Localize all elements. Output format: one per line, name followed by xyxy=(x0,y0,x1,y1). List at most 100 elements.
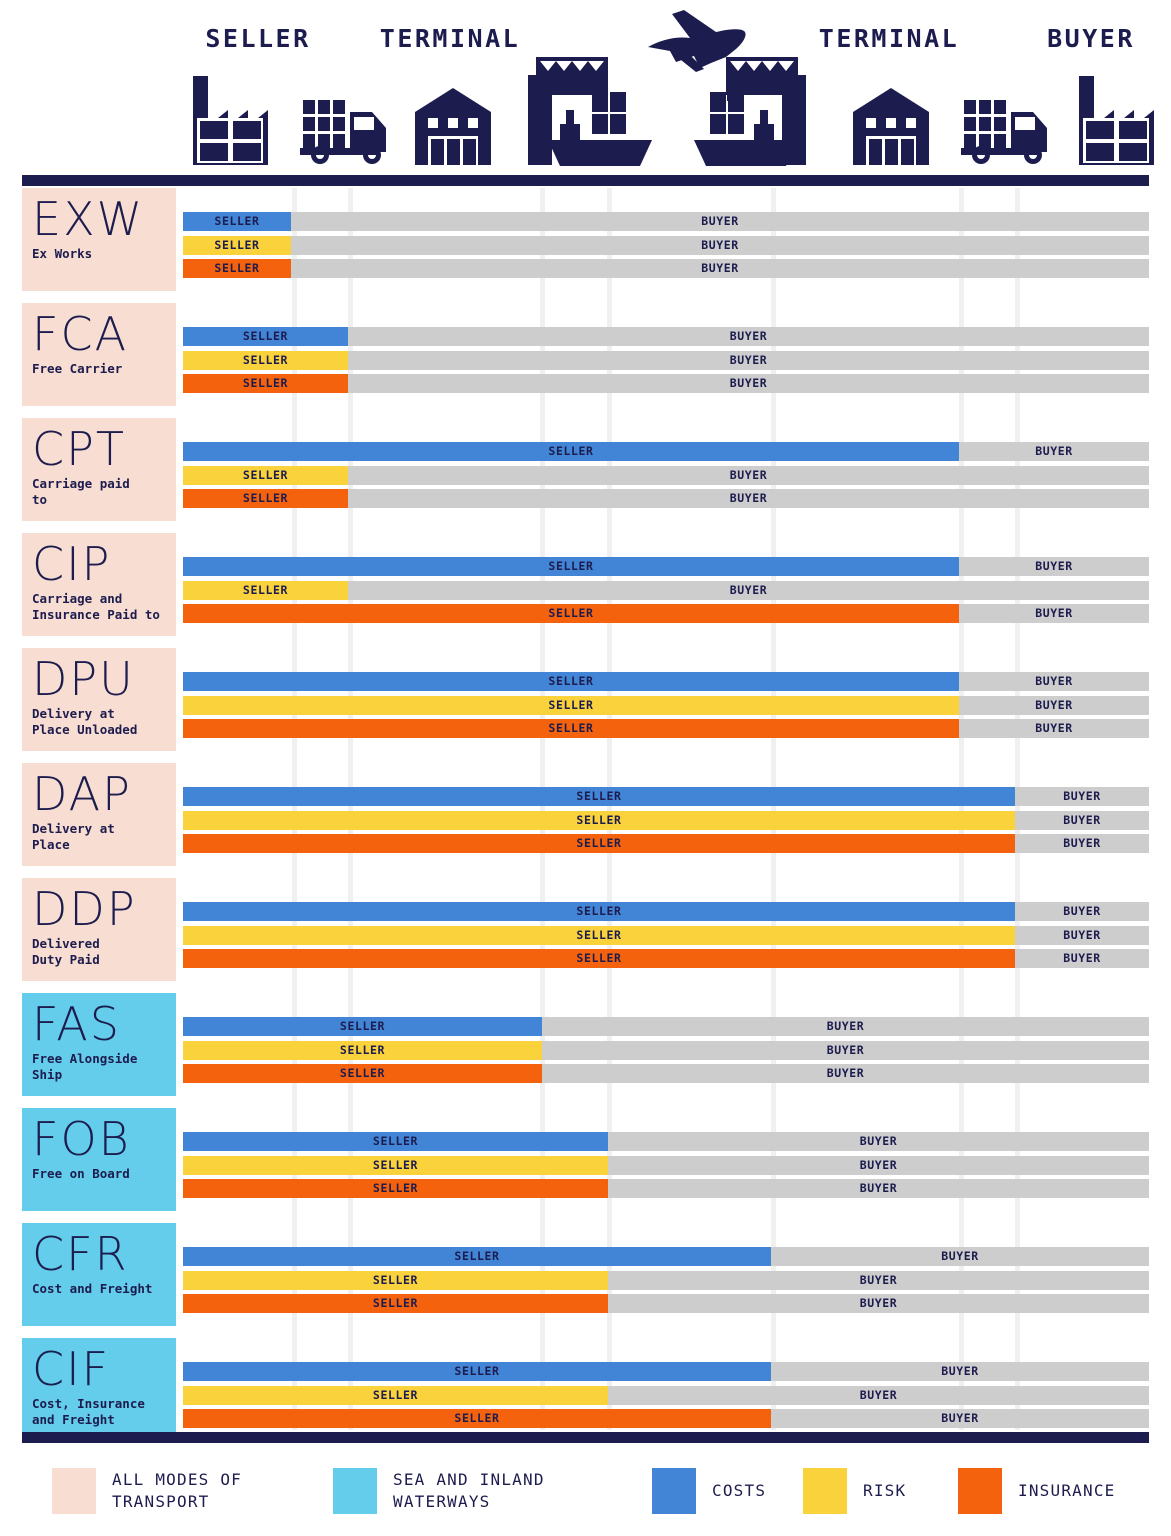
bar-costs-track[interactable]: SELLER BUYER xyxy=(183,1017,1149,1036)
seller-label: SELLER xyxy=(242,352,289,367)
seller-label: SELLER xyxy=(548,444,594,458)
legend-swatch-costs xyxy=(652,1468,696,1514)
bar-insurance-track[interactable]: SELLER BUYER xyxy=(183,1409,1149,1428)
chart-header: SELLER TERMINAL TERMINAL BUYER xyxy=(0,0,1171,175)
buyer-label: BUYER xyxy=(1063,927,1101,942)
seller-label: SELLER xyxy=(242,582,289,597)
term-label-cpt[interactable]: CPT Carriage paid to xyxy=(22,418,176,521)
buyer-label: BUYER xyxy=(701,261,739,275)
bar-insurance-track[interactable]: SELLER BUYER xyxy=(183,1294,1149,1313)
term-full-name: Ex Works xyxy=(32,246,93,261)
legend-label-costs: COSTS xyxy=(712,1481,767,1500)
legend-swatch-risk xyxy=(803,1468,847,1514)
bar-insurance-track[interactable]: SELLER BUYER xyxy=(183,834,1149,853)
term-label-cip[interactable]: CIP Carriage and Insurance Paid to xyxy=(22,533,176,636)
bar-insurance-track[interactable]: SELLER BUYER xyxy=(183,489,1149,508)
term-label-fca[interactable]: FCA Free Carrier xyxy=(22,303,176,406)
bar-costs-track[interactable]: SELLER BUYER xyxy=(183,902,1149,921)
seller-label: SELLER xyxy=(372,1181,419,1195)
bar-costs-track[interactable]: SELLER BUYER xyxy=(183,1132,1149,1151)
bar-insurance-track[interactable]: SELLER BUYER xyxy=(183,374,1149,393)
term-label-cif[interactable]: CIF Cost, Insurance and Freight xyxy=(22,1338,176,1441)
incoterm-row-dap: DAP Delivery at Place SELLER BUYER SELLER BUY… xyxy=(0,763,1171,871)
seller-label: SELLER xyxy=(372,1296,419,1310)
incoterm-row-ddp: DDP Delivered Duty Paid SELLER BUYER SELLER B… xyxy=(0,878,1171,986)
bar-insurance-track[interactable]: SELLER BUYER xyxy=(183,1064,1149,1083)
bar-risk-track[interactable]: SELLER BUYER xyxy=(183,350,1149,370)
incoterm-row-dpu: DPU Delivery at Place Unloaded SELLER BUYER… xyxy=(0,648,1171,756)
bar-risk-track[interactable]: SELLER BUYER xyxy=(183,810,1149,830)
bar-insurance-track[interactable]: SELLER BUYER xyxy=(183,1179,1149,1198)
bar-costs-track[interactable]: SELLER BUYER xyxy=(183,212,1149,231)
bar-insurance-track[interactable]: SELLER BUYER xyxy=(183,259,1149,278)
bar-risk-track[interactable]: SELLER BUYER xyxy=(183,1040,1149,1060)
term-label-dap[interactable]: DAP Delivery at Place xyxy=(22,763,176,866)
incoterm-row-cfr: CFR Cost and Freight SELLER BUYER SELLER BUYE… xyxy=(0,1223,1171,1331)
term-full-name: Free on Board xyxy=(32,1166,130,1181)
term-label-ddp[interactable]: DDP Delivered Duty Paid xyxy=(22,878,176,981)
seller-label: SELLER xyxy=(242,329,289,343)
bar-costs-track[interactable]: SELLER BUYER xyxy=(183,1362,1149,1381)
incoterm-row-cif: CIF Cost, Insurance and Freight SELLER BUYE… xyxy=(0,1338,1171,1446)
bar-costs-track[interactable]: SELLER BUYER xyxy=(183,672,1149,691)
bar-insurance-track[interactable]: SELLER BUYER xyxy=(183,949,1149,968)
buyer-label: BUYER xyxy=(859,1387,898,1402)
bar-risk-track[interactable]: SELLER BUYER xyxy=(183,1385,1149,1405)
buyer-label: BUYER xyxy=(729,352,768,367)
seller-label: SELLER xyxy=(214,237,260,252)
term-full-name: Carriage paid to xyxy=(32,476,130,507)
legend: ALL MODES OF TRANSPORT SEA AND INLAND WAT… xyxy=(0,1450,1171,1536)
term-code: DDP xyxy=(32,882,137,936)
bar-risk-track[interactable]: SELLER BUYER xyxy=(183,1155,1149,1175)
bar-insurance-track[interactable]: SELLER BUYER xyxy=(183,604,1149,623)
buyer-label: BUYER xyxy=(859,1296,898,1310)
term-code: EXW xyxy=(32,192,145,246)
seller-label: SELLER xyxy=(242,467,289,482)
buyer-label: BUYER xyxy=(1035,674,1073,688)
term-label-cfr[interactable]: CFR Cost and Freight xyxy=(22,1223,176,1326)
term-label-fas[interactable]: FAS Free Alongside Ship xyxy=(22,993,176,1096)
bar-risk-track[interactable]: SELLER BUYER xyxy=(183,1270,1149,1290)
buyer-label: BUYER xyxy=(859,1134,898,1148)
bar-risk-track[interactable]: SELLER BUYER xyxy=(183,695,1149,715)
legend-swatch-insurance xyxy=(958,1468,1002,1514)
term-label-dpu[interactable]: DPU Delivery at Place Unloaded xyxy=(22,648,176,751)
seller-label: SELLER xyxy=(372,1134,419,1148)
bar-risk-track[interactable]: SELLER BUYER xyxy=(183,465,1149,485)
bar-costs-track[interactable]: SELLER BUYER xyxy=(183,442,1149,461)
buyer-label: BUYER xyxy=(1063,836,1101,850)
seller-label: SELLER xyxy=(214,214,260,228)
incoterm-row-cpt: CPT Carriage paid to SELLER BUYER SELLER BUYE… xyxy=(0,418,1171,526)
seller-label: SELLER xyxy=(372,1157,419,1172)
seller-label: SELLER xyxy=(214,261,260,275)
buyer-label: BUYER xyxy=(1063,812,1101,827)
term-label-exw[interactable]: EXW Ex Works xyxy=(22,188,176,291)
buyer-label: BUYER xyxy=(729,329,768,343)
seller-label: SELLER xyxy=(548,606,594,620)
term-code: FAS xyxy=(32,997,121,1051)
bar-risk-track[interactable]: SELLER BUYER xyxy=(183,235,1149,255)
bar-risk-track[interactable]: SELLER BUYER xyxy=(183,925,1149,945)
legend-item-sea-and-inland-waterways: SEA AND INLAND WATERWAYS xyxy=(333,1468,545,1514)
legend-item-all-modes-of-transport: ALL MODES OF TRANSPORT xyxy=(52,1468,242,1514)
term-full-name: Delivery at Place xyxy=(32,821,115,852)
term-label-fob[interactable]: FOB Free on Board xyxy=(22,1108,176,1211)
bar-costs-track[interactable]: SELLER BUYER xyxy=(183,327,1149,346)
bar-risk-track[interactable]: SELLER BUYER xyxy=(183,580,1149,600)
buyer-label: BUYER xyxy=(941,1364,979,1378)
term-full-name: Free Alongside Ship xyxy=(32,1051,138,1082)
seller-label: SELLER xyxy=(548,674,594,688)
buyer-label: BUYER xyxy=(859,1272,898,1287)
buyer-label: BUYER xyxy=(1035,606,1073,620)
buyer-label: BUYER xyxy=(941,1411,979,1425)
seller-label: SELLER xyxy=(548,697,594,712)
term-code: FCA xyxy=(32,307,129,361)
incoterm-row-exw: EXW Ex Works SELLER BUYER SELLER BUYER SELLER B… xyxy=(0,188,1171,296)
bar-costs-track[interactable]: SELLER BUYER xyxy=(183,787,1149,806)
bar-insurance-track[interactable]: SELLER BUYER xyxy=(183,719,1149,738)
term-full-name: Delivered Duty Paid xyxy=(32,936,100,967)
bar-costs-track[interactable]: SELLER BUYER xyxy=(183,557,1149,576)
seller-label: SELLER xyxy=(454,1249,500,1263)
truck-icon xyxy=(300,100,386,164)
bar-costs-track[interactable]: SELLER BUYER xyxy=(183,1247,1149,1266)
